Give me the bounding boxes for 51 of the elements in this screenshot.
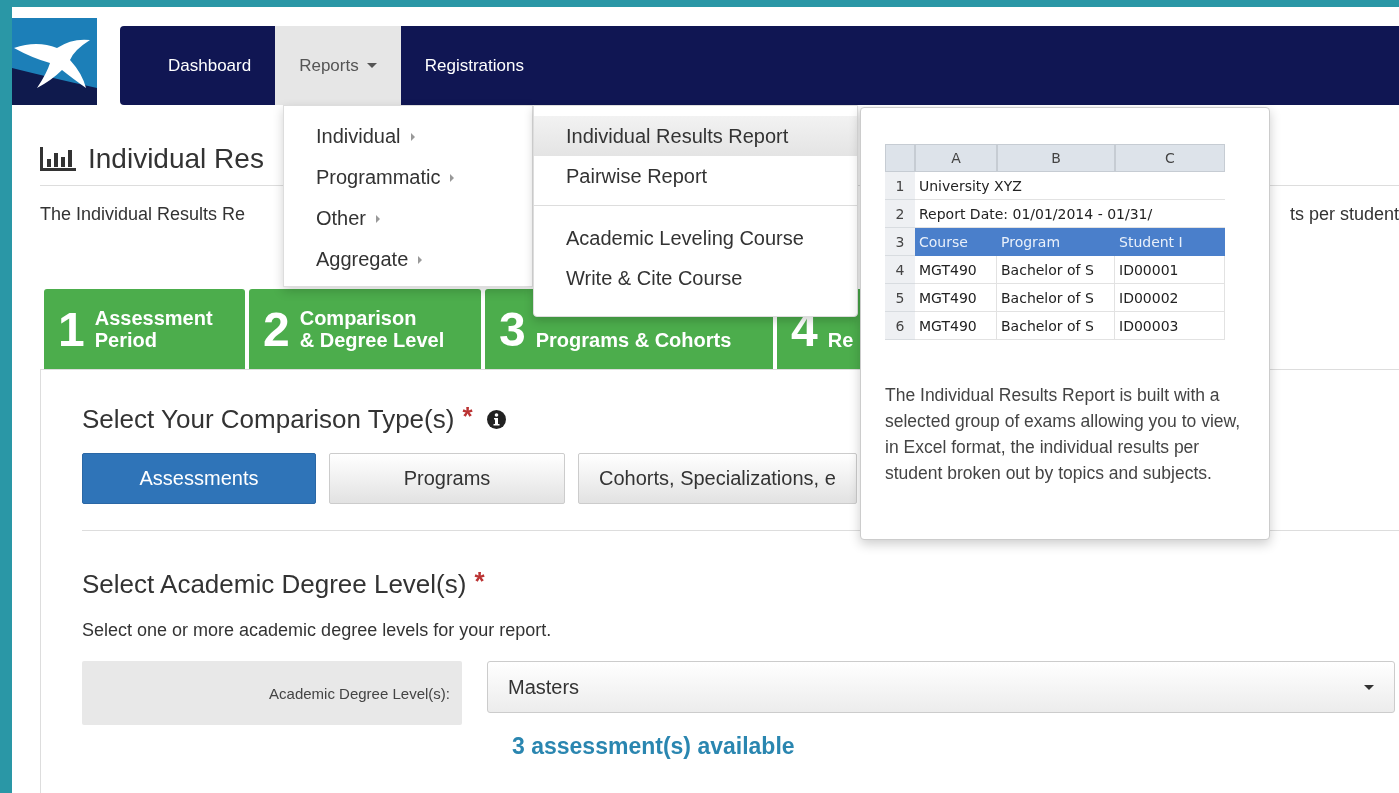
sheet-cell: Bachelor of S	[997, 284, 1115, 312]
sheet-cell: Course	[915, 228, 997, 256]
menu-item[interactable]: Pairwise Report	[534, 156, 857, 196]
row-number: 5	[885, 284, 915, 312]
column-header: A	[915, 144, 997, 172]
info-icon[interactable]	[486, 410, 506, 429]
column-header: C	[1115, 144, 1225, 172]
nav-item[interactable]: Registrations	[400, 26, 548, 105]
availability-link[interactable]: 3 assessment(s) available	[512, 733, 1399, 760]
menu-item[interactable]: Aggregate	[284, 239, 532, 280]
section-title: Select Academic Degree Level(s)	[82, 569, 467, 600]
row-number: 3	[885, 228, 915, 256]
tooltip-text: The Individual Results Report is built with a selected group of exams allowing you to view, in Excel format, the individual results per student broken out by topics and subjects.	[885, 384, 1242, 485]
required-mark: *	[474, 566, 485, 597]
row-number: 2	[885, 200, 915, 228]
sheet-cell: University XYZ	[915, 172, 1225, 200]
menu-item[interactable]: Other	[284, 198, 532, 239]
sheet-cell: Bachelor of S	[997, 256, 1115, 284]
row-number: 4	[885, 256, 915, 284]
row-number: 1	[885, 172, 915, 200]
sheet-cell: Program	[997, 228, 1115, 256]
sheet-corner	[885, 144, 915, 172]
menu-item[interactable]: Individual Results Report	[534, 116, 857, 156]
comparison-option[interactable]: Programs	[329, 453, 565, 504]
required-mark: *	[462, 401, 473, 432]
help-text: Select one or more academic degree levels for your report.	[82, 620, 553, 641]
sheet-cell: ID00001	[1115, 256, 1225, 284]
bar-chart-icon	[40, 147, 76, 171]
field-label: Academic Degree Level(s):	[82, 661, 462, 725]
sheet-cell: Student I	[1115, 228, 1225, 256]
row-number: 6	[885, 312, 915, 340]
column-header: B	[997, 144, 1115, 172]
menu-item[interactable]: Academic Leveling Course	[534, 218, 857, 258]
page-title: Individual Res	[88, 143, 264, 175]
sheet-cell: Bachelor of S	[997, 312, 1115, 340]
degree-select[interactable]: Masters	[487, 661, 1395, 713]
section-title: Select Your Comparison Type(s)	[82, 404, 455, 435]
sheet-cell: MGT490	[915, 284, 997, 312]
page-description: ts per student	[1289, 204, 1399, 225]
page-description: The Individual Results Re	[40, 204, 246, 225]
sheet-cell: ID00002	[1115, 284, 1225, 312]
comparison-option[interactable]: Assessments	[82, 453, 316, 504]
sheet-cell: MGT490	[915, 312, 997, 340]
caret-icon	[1364, 684, 1374, 690]
sheet-cell: MGT490	[915, 256, 997, 284]
sheet-cell: ID00003	[1115, 312, 1225, 340]
comparison-option[interactable]: Cohorts, Specializations, e	[578, 453, 857, 504]
menu-item[interactable]: Individual	[284, 116, 532, 157]
nav-item[interactable]: Dashboard	[120, 26, 276, 105]
nav-item[interactable]: Reports	[275, 26, 401, 105]
menu-item[interactable]: Programmatic	[284, 157, 532, 198]
